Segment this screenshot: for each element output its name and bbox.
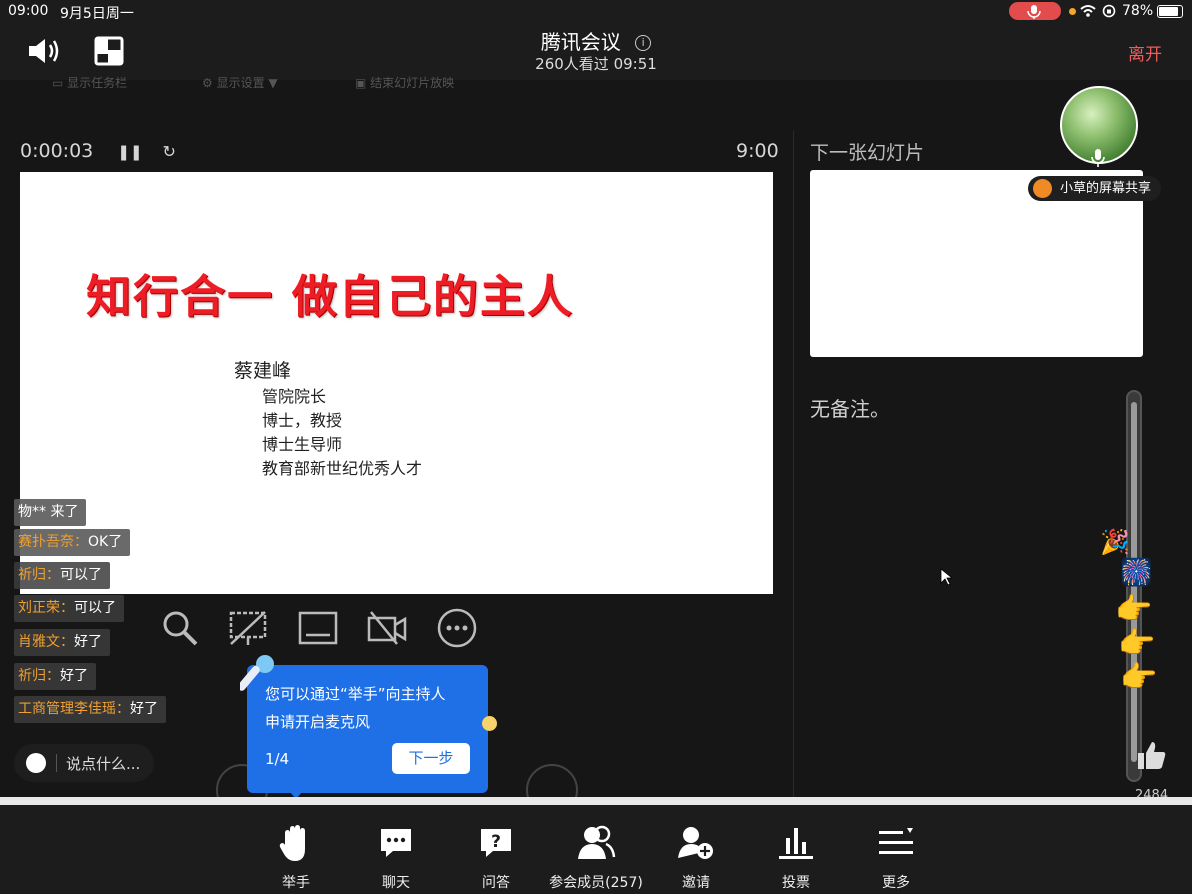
invite-button[interactable]: 邀请 xyxy=(646,805,746,892)
emoji-icon[interactable] xyxy=(26,753,46,773)
next-slide-label: 下一张幻灯片 xyxy=(810,142,925,164)
svg-text:?: ? xyxy=(491,832,501,852)
tooltip-next-button[interactable]: 下一步 xyxy=(392,743,470,774)
chat-message: 赛扑吾奈：OK了 xyxy=(14,529,131,556)
chat-input-placeholder: 说点什么... xyxy=(66,755,141,773)
panel-divider xyxy=(793,130,794,800)
slide-line: 博士生导师 xyxy=(262,435,343,454)
qa-icon: ? xyxy=(481,829,511,857)
participants-label: 参会成员(257) xyxy=(549,875,643,891)
slide-line: 教育部新世纪优秀人才 xyxy=(262,459,423,478)
status-date: 9月5日周一 xyxy=(60,6,134,22)
more-icon xyxy=(879,828,913,854)
raise-hand-button[interactable]: 举手 xyxy=(246,805,346,892)
meeting-header: 腾讯会议 i 260人看过 09:51 离开 xyxy=(0,22,1192,80)
battery-icon xyxy=(1157,5,1183,18)
qa-label: 问答 xyxy=(482,875,510,891)
poll-icon xyxy=(779,828,813,859)
slide-presenter-name: 蔡建峰 xyxy=(234,360,292,382)
mic-recording-icon xyxy=(1009,2,1061,20)
chat-message: 祈归：可以了 xyxy=(14,562,110,589)
elapsed-time: 0:00:03 xyxy=(20,140,94,162)
mouse-cursor-icon xyxy=(940,568,952,586)
chat-button[interactable]: 聊天 xyxy=(346,805,446,892)
privacy-dot-icon xyxy=(1069,8,1076,15)
participants-button[interactable]: 参会成员(257) xyxy=(546,805,646,892)
clock-time: 9:00 xyxy=(736,140,779,162)
meeting-title: 腾讯会议 i xyxy=(0,26,1192,55)
viewer-count: 260人看过 09:51 xyxy=(535,55,657,73)
faint-toolbar-item: ⚙ 显示设置 ▼ xyxy=(202,76,278,90)
chat-message: 肖雅文：好了 xyxy=(14,629,110,656)
faint-toolbar-item: ▭ 显示任务栏 xyxy=(52,76,128,90)
tooltip-text: 您可以通过“举手”向主持人 xyxy=(265,685,446,703)
rotation-lock-icon xyxy=(1102,4,1116,18)
chat-input[interactable]: 说点什么... xyxy=(14,744,154,782)
microphone-icon xyxy=(240,655,274,691)
fireworks-icon: 🎆 xyxy=(1120,558,1153,588)
chat-message: 刘正荣：可以了 xyxy=(14,595,124,622)
tooltip-page: 1/4 xyxy=(265,750,290,768)
more-button[interactable]: 更多 xyxy=(846,805,946,892)
chat-message: 祈归：好了 xyxy=(14,663,96,690)
thumbs-up-icon[interactable] xyxy=(1134,738,1168,772)
meeting-title-text: 腾讯会议 xyxy=(540,30,621,54)
finger-heart-icon: 👉 xyxy=(1115,592,1153,627)
raise-hand-label: 举手 xyxy=(282,875,310,891)
screen-share-label: 小草的屏幕共享 xyxy=(1060,181,1152,196)
faint-toolbar-item: ▣ 结束幻灯片放映 xyxy=(355,76,455,90)
qa-button[interactable]: ? 问答 xyxy=(446,805,546,892)
battery-percent: 78% xyxy=(1122,3,1154,19)
slide-notes: 无备注。 xyxy=(810,397,890,421)
progress-strip xyxy=(0,797,1192,805)
current-slide: 知行合一 做自己的主人 蔡建峰 管院院长 博士，教授 博士生导师 教育部新世纪优… xyxy=(20,172,773,594)
more-label: 更多 xyxy=(882,875,910,891)
restart-icon[interactable]: ↻ xyxy=(162,142,175,161)
slide-line: 管院院长 xyxy=(262,387,327,406)
onboarding-tooltip: 您可以通过“举手”向主持人 申请开启麦克风 1/4 下一步 xyxy=(247,665,488,793)
leave-button[interactable]: 离开 xyxy=(1128,40,1162,65)
finger-heart-icon: 👉 xyxy=(1118,626,1156,661)
wifi-icon xyxy=(1080,5,1096,17)
zoom-icon[interactable] xyxy=(160,608,200,648)
invite-label: 邀请 xyxy=(682,875,710,891)
slide-title: 知行合一 做自己的主人 xyxy=(86,270,574,323)
subtitle-icon[interactable] xyxy=(298,608,338,648)
camera-off-icon[interactable] xyxy=(367,608,407,648)
pause-icon[interactable]: ❚❚ xyxy=(117,143,142,161)
more-options-icon[interactable] xyxy=(437,608,477,648)
poll-label: 投票 xyxy=(782,875,810,891)
participants-icon xyxy=(578,825,616,859)
tooltip-dot xyxy=(482,716,497,731)
screen-share-badge: 小草的屏幕共享 xyxy=(1028,176,1162,201)
finger-heart-icon: 👉 xyxy=(1120,660,1158,695)
slide-line: 博士，教授 xyxy=(262,411,343,430)
status-time: 09:00 xyxy=(8,3,49,19)
mic-icon xyxy=(1091,149,1105,167)
chat-label: 聊天 xyxy=(382,875,410,891)
status-bar: 09:00 9月5日周一 78% xyxy=(0,0,1192,22)
invite-icon xyxy=(678,827,713,859)
chat-message: 工商管理李佳瑶：好了 xyxy=(14,696,166,723)
elapsed-timer: 0:00:03 ❚❚ ↻ xyxy=(20,140,176,162)
bottom-toolbar: 举手 聊天 ? 问答 参会成员(257) 邀请 投票 更多 xyxy=(0,805,1192,894)
info-icon[interactable]: i xyxy=(635,35,652,51)
tooltip-text: 申请开启麦克风 xyxy=(265,713,371,731)
raise-hand-icon xyxy=(279,825,305,861)
chat-icon xyxy=(381,829,411,857)
black-screen-icon[interactable] xyxy=(228,608,268,648)
chat-message: 物** 来了 xyxy=(14,499,87,526)
party-popper-icon: 🎉 xyxy=(1100,528,1130,556)
user-icon xyxy=(1033,179,1052,198)
poll-button[interactable]: 投票 xyxy=(746,805,846,892)
